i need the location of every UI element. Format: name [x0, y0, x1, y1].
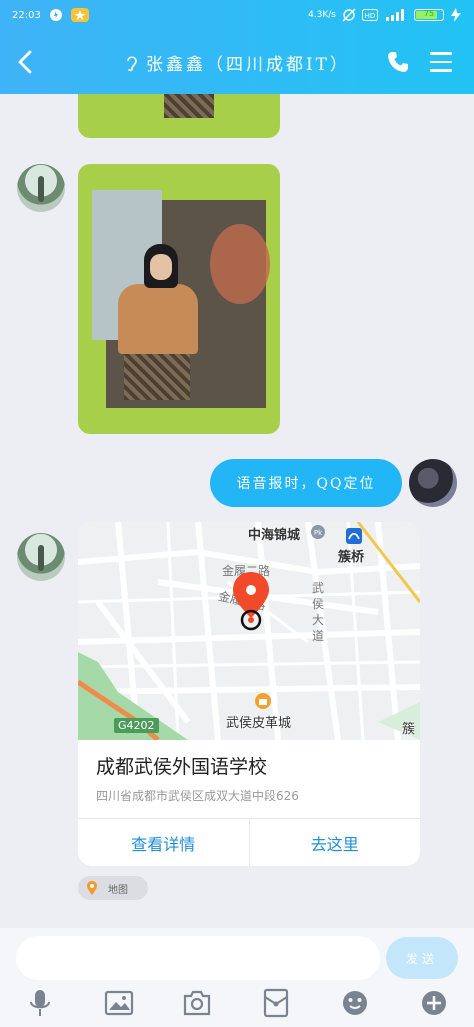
status-bar: 22:03 4.3K/s HD 75 [0, 0, 474, 30]
location-name: 成都武侯外国语学校 [96, 756, 268, 778]
toolbar [0, 988, 474, 1022]
charging-icon [451, 8, 461, 22]
map-label-leather: 武侯皮革城 [226, 716, 292, 731]
location-pin-icon [233, 572, 269, 631]
svg-text:HD: HD [365, 12, 376, 20]
image-icon[interactable] [104, 988, 134, 1018]
notification-icon [49, 9, 62, 21]
photo-painting [210, 224, 270, 304]
contact-avatar[interactable] [17, 533, 65, 581]
microphone-icon[interactable] [25, 988, 55, 1018]
menu-icon[interactable] [430, 52, 452, 72]
camera-icon[interactable] [182, 988, 212, 1018]
input-bar: 发送 [0, 928, 474, 1027]
photo-skirt [124, 354, 190, 400]
map-tag-label: 地图 [108, 884, 128, 896]
location-card[interactable]: 中海锦城 Pk 簇桥 金履二路 金履二路 武侯大道 武侯皮革城 G4202 簇锦… [78, 522, 420, 866]
ear-icon [127, 56, 137, 72]
photo-detail [164, 94, 214, 118]
metro-icon [346, 528, 362, 544]
app-header: 22:03 4.3K/s HD 75 张鑫鑫（四川成都IT） [0, 0, 474, 94]
send-button[interactable]: 发送 [386, 937, 458, 979]
map-label-mall: 中海锦城 [248, 528, 301, 543]
mall-icon: Pk [311, 525, 325, 539]
map-tag[interactable]: 地图 [78, 876, 148, 900]
highway-sign: G4202 [114, 718, 159, 733]
go-here-button[interactable]: 去这里 [250, 819, 421, 866]
plus-icon[interactable] [419, 988, 449, 1018]
location-actions: 查看详情 去这里 [78, 818, 420, 866]
message-bubble-sent[interactable]: 语音报时，QQ定位 [210, 459, 402, 507]
title-bar: 张鑫鑫（四川成都IT） [0, 30, 474, 94]
map-preview[interactable]: 中海锦城 Pk 簇桥 金履二路 金履二路 武侯大道 武侯皮革城 G4202 簇锦 [78, 522, 420, 740]
star-badge-icon [70, 8, 89, 22]
emoji-icon[interactable] [340, 988, 370, 1018]
red-packet-icon[interactable] [261, 988, 291, 1018]
map-pin-icon [87, 881, 97, 895]
battery-icon: 75 [414, 9, 444, 21]
chat-image-partial[interactable] [78, 94, 280, 138]
phone-call-icon[interactable] [386, 50, 410, 74]
view-details-button[interactable]: 查看详情 [78, 819, 250, 866]
message-input[interactable] [16, 936, 380, 980]
photo-jacket [118, 284, 198, 354]
hd-icon: HD [362, 9, 378, 21]
chat-image[interactable] [78, 164, 280, 434]
signal-icon [386, 9, 404, 21]
alarm-off-icon [342, 8, 356, 22]
contact-avatar[interactable] [17, 164, 65, 212]
svg-text:Pk: Pk [314, 529, 323, 537]
shop-icon [255, 693, 271, 709]
map-road-label-avenue: 武侯大道 [312, 581, 325, 643]
map-label-bridge: 簇桥 [338, 550, 365, 565]
map-label-edge: 簇锦 [402, 722, 416, 737]
my-avatar[interactable] [409, 459, 457, 507]
location-address: 四川省成都市武侯区成双大道中段626 [96, 789, 299, 803]
status-time: 22:03 [12, 9, 41, 21]
photo-face [150, 254, 172, 280]
net-speed: 4.3K/s [308, 10, 336, 20]
